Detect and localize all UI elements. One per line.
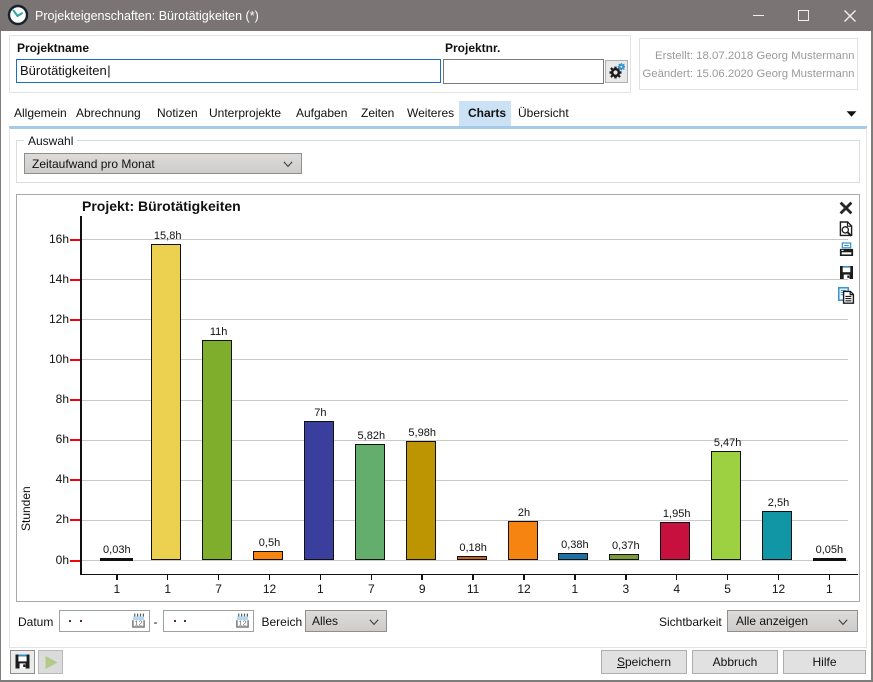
svg-text:12: 12 (134, 618, 142, 627)
svg-text:12: 12 (238, 618, 246, 627)
